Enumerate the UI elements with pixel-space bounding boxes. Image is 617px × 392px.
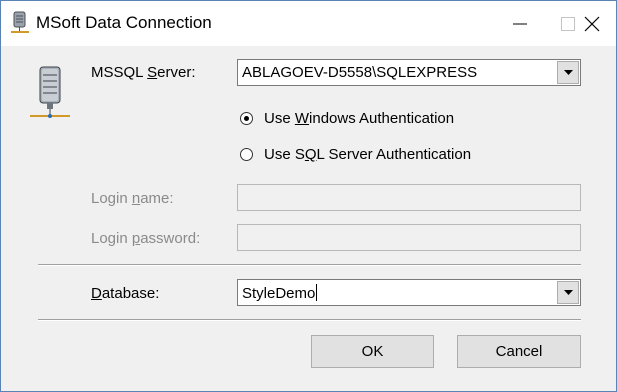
ok-button[interactable]: OK [311,335,434,368]
login-name-label: Login name: [91,190,174,207]
text-caret [316,284,318,301]
database-combobox[interactable]: StyleDemo [237,279,581,306]
database-value: StyleDemo [242,284,318,302]
dialog-window: MSoft Data Connection MSSQL Server: ABLA… [0,0,617,392]
close-icon [584,16,600,31]
window-title: MSoft Data Connection [36,13,212,32]
login-password-label: Login password: [91,230,201,247]
server-combobox[interactable]: ABLAGOEV-D5558\SQLEXPRESS [237,59,581,86]
server-dropdown-button[interactable] [557,61,579,84]
separator [38,319,581,321]
windows-auth-radio[interactable] [240,112,253,125]
minimize-button[interactable] [497,1,543,46]
sql-auth-radio[interactable] [240,148,253,161]
windows-auth-label[interactable]: Use Windows Authentication [264,110,454,127]
login-password-field[interactable] [237,224,581,251]
radio-selected-dot [244,116,249,121]
server-label: MSSQL Server: [91,64,196,81]
close-button[interactable] [568,1,616,46]
sql-auth-label[interactable]: Use SQL Server Authentication [264,146,471,163]
minimize-icon [513,23,527,24]
database-label: Database: [91,285,160,302]
login-name-field[interactable] [237,184,581,211]
server-value: ABLAGOEV-D5558\SQLEXPRESS [242,64,478,81]
separator [38,264,581,266]
chevron-down-icon [563,70,573,75]
title-bar[interactable]: MSoft Data Connection [1,1,616,46]
database-server-icon [28,65,72,127]
server-icon [10,11,30,35]
chevron-down-icon [563,290,573,295]
database-dropdown-button[interactable] [557,281,579,304]
cancel-button[interactable]: Cancel [457,335,581,368]
